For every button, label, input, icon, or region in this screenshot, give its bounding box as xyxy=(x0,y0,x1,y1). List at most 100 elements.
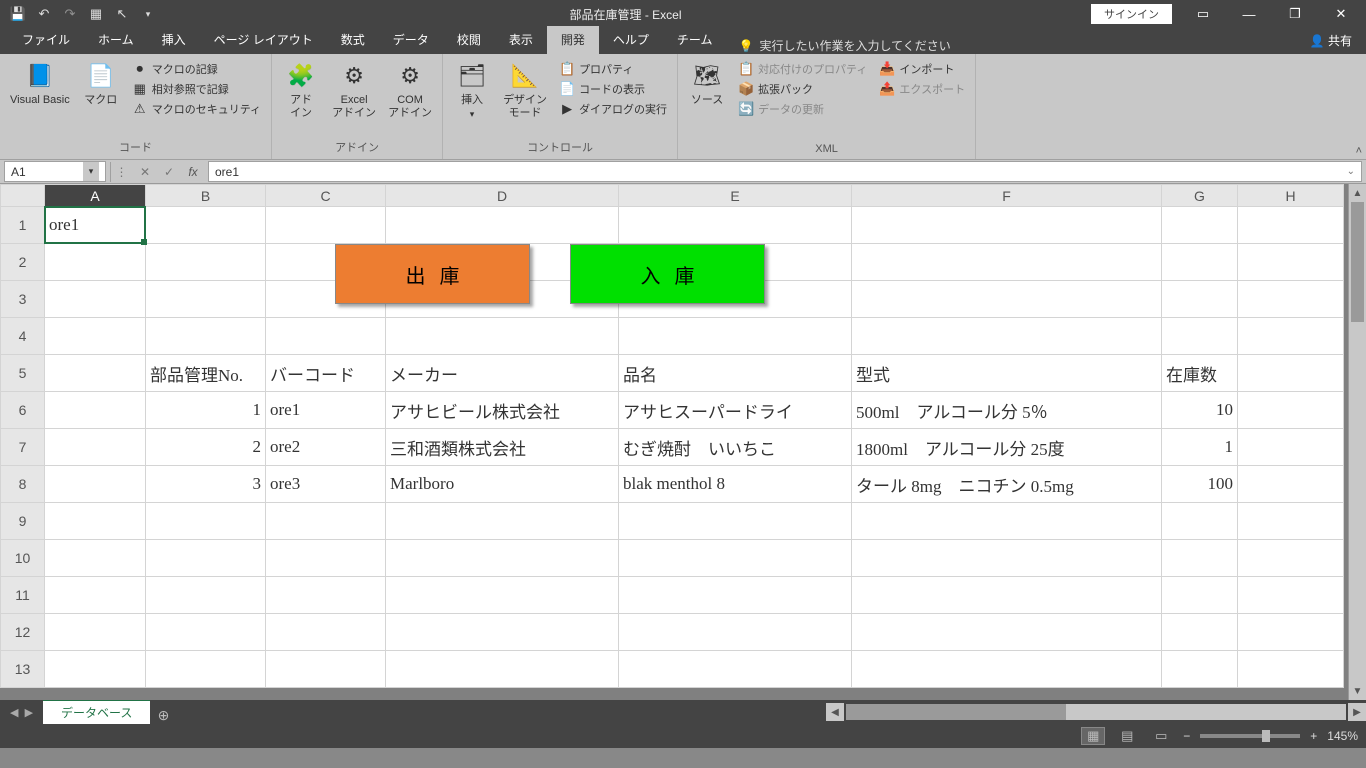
cell-G3[interactable] xyxy=(1162,281,1238,318)
cell-A13[interactable] xyxy=(45,651,146,688)
addins-button[interactable]: 🧩アド イン xyxy=(278,58,324,122)
refresh-data-button[interactable]: 🔄データの更新 xyxy=(734,100,871,118)
row-header-8[interactable]: 8 xyxy=(1,466,45,503)
cell-H4[interactable] xyxy=(1238,318,1344,355)
cell-B6[interactable]: 1 xyxy=(146,392,266,429)
cell-D11[interactable] xyxy=(386,577,619,614)
cell-H3[interactable] xyxy=(1238,281,1344,318)
cell-E8[interactable]: blak menthol 8 xyxy=(619,466,852,503)
cell-G10[interactable] xyxy=(1162,540,1238,577)
import-button[interactable]: 📥インポート xyxy=(875,60,969,78)
row-header-3[interactable]: 3 xyxy=(1,281,45,318)
cell-B10[interactable] xyxy=(146,540,266,577)
cell-C10[interactable] xyxy=(266,540,386,577)
cell-A5[interactable] xyxy=(45,355,146,392)
cell-F2[interactable] xyxy=(852,244,1162,281)
cell-A3[interactable] xyxy=(45,281,146,318)
cell-G8[interactable]: 100 xyxy=(1162,466,1238,503)
cell-F11[interactable] xyxy=(852,577,1162,614)
signin-button[interactable]: サインイン xyxy=(1091,4,1172,24)
touch-mode-icon[interactable]: ▦ xyxy=(84,2,108,26)
scroll-right-icon[interactable]: ▶ xyxy=(1348,703,1366,721)
zoom-slider[interactable] xyxy=(1200,734,1300,738)
tell-me[interactable]: 💡 実行したい作業を入力してください xyxy=(727,37,951,54)
cell-E11[interactable] xyxy=(619,577,852,614)
scroll-left-icon[interactable]: ◀ xyxy=(826,703,844,721)
cell-G2[interactable] xyxy=(1162,244,1238,281)
cell-G11[interactable] xyxy=(1162,577,1238,614)
cell-H8[interactable] xyxy=(1238,466,1344,503)
col-header-D[interactable]: D xyxy=(386,185,619,207)
row-header-12[interactable]: 12 xyxy=(1,614,45,651)
cell-F7[interactable]: 1800ml アルコール分 25度 xyxy=(852,429,1162,466)
run-dialog-button[interactable]: ▶ダイアログの実行 xyxy=(555,100,671,118)
share-button[interactable]: 👤 共有 xyxy=(1296,27,1366,54)
cell-H2[interactable] xyxy=(1238,244,1344,281)
cell-F8[interactable]: タール 8mg ニコチン 0.5mg xyxy=(852,466,1162,503)
record-macro-button[interactable]: ⏺マクロの記録 xyxy=(128,60,265,78)
excel-addins-button[interactable]: ⚙Excel アドイン xyxy=(328,58,380,122)
tab-layout[interactable]: ページ レイアウト xyxy=(200,26,327,54)
cell-G9[interactable] xyxy=(1162,503,1238,540)
tab-insert[interactable]: 挿入 xyxy=(148,26,200,54)
cell-G4[interactable] xyxy=(1162,318,1238,355)
cell-G5[interactable]: 在庫数 xyxy=(1162,355,1238,392)
vscroll-thumb[interactable] xyxy=(1351,202,1364,322)
cell-H5[interactable] xyxy=(1238,355,1344,392)
cell-A6[interactable] xyxy=(45,392,146,429)
cell-D1[interactable] xyxy=(386,207,619,244)
cell-A11[interactable] xyxy=(45,577,146,614)
vscroll-track[interactable] xyxy=(1349,202,1366,682)
cell-E5[interactable]: 品名 xyxy=(619,355,852,392)
cell-B8[interactable]: 3 xyxy=(146,466,266,503)
tab-help[interactable]: ヘルプ xyxy=(599,26,663,54)
page-break-view-icon[interactable]: ▭ xyxy=(1149,727,1173,745)
properties-button[interactable]: 📋プロパティ xyxy=(555,60,671,78)
col-header-H[interactable]: H xyxy=(1238,185,1344,207)
cell-D4[interactable] xyxy=(386,318,619,355)
close-icon[interactable]: ✕ xyxy=(1318,0,1364,28)
name-box-dropdown-icon[interactable]: ▾ xyxy=(83,162,99,181)
row-header-5[interactable]: 5 xyxy=(1,355,45,392)
zoom-level[interactable]: 145% xyxy=(1327,729,1358,743)
cell-B1[interactable] xyxy=(146,207,266,244)
cell-H10[interactable] xyxy=(1238,540,1344,577)
vertical-scrollbar[interactable]: ▲ ▼ xyxy=(1348,184,1366,700)
cell-E6[interactable]: アサヒスーパードライ xyxy=(619,392,852,429)
cell-A9[interactable] xyxy=(45,503,146,540)
cell-H11[interactable] xyxy=(1238,577,1344,614)
cell-A10[interactable] xyxy=(45,540,146,577)
row-header-2[interactable]: 2 xyxy=(1,244,45,281)
horizontal-scrollbar[interactable]: ◀ ▶ xyxy=(826,700,1366,724)
cell-H9[interactable] xyxy=(1238,503,1344,540)
col-header-C[interactable]: C xyxy=(266,185,386,207)
cell-G6[interactable]: 10 xyxy=(1162,392,1238,429)
tab-formula[interactable]: 数式 xyxy=(327,26,379,54)
cell-D9[interactable] xyxy=(386,503,619,540)
cell-F9[interactable] xyxy=(852,503,1162,540)
cell-G12[interactable] xyxy=(1162,614,1238,651)
tab-file[interactable]: ファイル xyxy=(8,26,84,54)
cell-A2[interactable] xyxy=(45,244,146,281)
col-header-F[interactable]: F xyxy=(852,185,1162,207)
out-stock-button[interactable]: 出庫 xyxy=(335,244,530,304)
export-button[interactable]: 📤エクスポート xyxy=(875,80,969,98)
source-button[interactable]: 🗺ソース xyxy=(684,58,730,109)
row-header-13[interactable]: 13 xyxy=(1,651,45,688)
cell-D13[interactable] xyxy=(386,651,619,688)
cell-B4[interactable] xyxy=(146,318,266,355)
cell-B3[interactable] xyxy=(146,281,266,318)
cancel-formula-icon[interactable]: ✕ xyxy=(134,162,156,182)
sheet-tab-database[interactable]: データベース xyxy=(43,699,150,724)
cell-B7[interactable]: 2 xyxy=(146,429,266,466)
cell-D12[interactable] xyxy=(386,614,619,651)
cell-F1[interactable] xyxy=(852,207,1162,244)
cell-D10[interactable] xyxy=(386,540,619,577)
cell-F5[interactable]: 型式 xyxy=(852,355,1162,392)
maximize-icon[interactable]: ❐ xyxy=(1272,0,1318,28)
cell-E4[interactable] xyxy=(619,318,852,355)
qat-more-icon[interactable]: ▾ xyxy=(136,2,160,26)
grid[interactable]: ABCDEFGH1ore12345部品管理No.バーコードメーカー品名型式在庫数… xyxy=(0,184,1348,700)
cell-G1[interactable] xyxy=(1162,207,1238,244)
ribbon-options-icon[interactable]: ▭ xyxy=(1180,0,1226,28)
